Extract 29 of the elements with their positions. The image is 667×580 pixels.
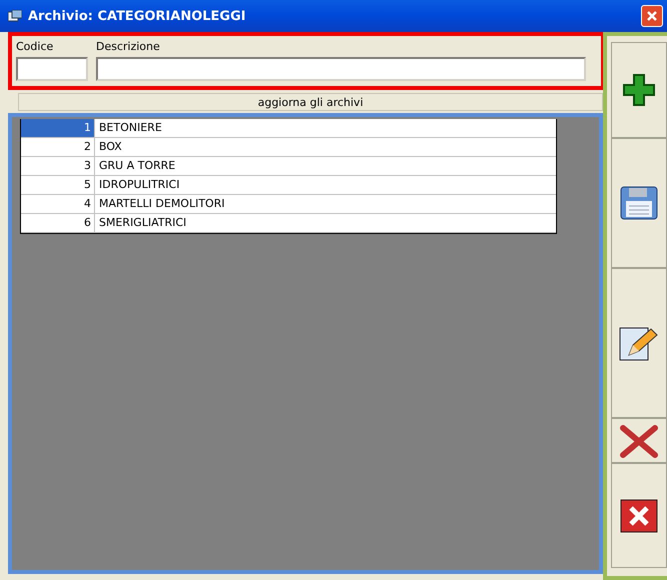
input-field[interactable] <box>96 57 586 81</box>
table-row[interactable]: 6 SMERIGLIATRICI <box>21 214 556 233</box>
cross-icon <box>620 424 658 458</box>
edit-button[interactable] <box>611 268 667 418</box>
close-icon <box>646 10 658 22</box>
name-cell-text: BOX <box>98 139 123 155</box>
field-label: Descrizione <box>96 40 161 53</box>
table-row[interactable]: 5 IDROPULITRICI <box>21 176 556 195</box>
code-cell: 1 <box>21 119 95 137</box>
name-cell-text: MARTELLI DEMOLITORI <box>98 196 226 212</box>
table-row[interactable]: 4 MARTELLI DEMOLITORI <box>21 195 556 214</box>
name-cell-text: BETONIERE <box>98 120 163 136</box>
name-cell-text: SMERIGLIATRICI <box>98 215 188 231</box>
window-icon <box>8 10 22 22</box>
name-cell-text: GRU A TORRE <box>98 158 176 174</box>
pencil-on-page-icon <box>619 325 659 361</box>
close-icon <box>620 498 658 532</box>
table-row[interactable]: 1 BETONIERE <box>21 119 556 138</box>
refresh-button[interactable]: aggiorna gli archivi <box>18 93 603 111</box>
table-row[interactable]: 2 BOX <box>21 138 556 157</box>
delete-button[interactable] <box>611 418 667 463</box>
window-title: Archivio: CATEGORIANOLEGGI <box>28 8 247 24</box>
close-button[interactable] <box>611 463 667 568</box>
input-field[interactable] <box>16 57 88 81</box>
add-button[interactable] <box>611 42 667 138</box>
table-row[interactable]: 3 GRU A TORRE <box>21 157 556 176</box>
plus-icon <box>622 73 656 107</box>
field-label: Codice <box>16 40 54 53</box>
name-cell-text: IDROPULITRICI <box>98 177 181 193</box>
